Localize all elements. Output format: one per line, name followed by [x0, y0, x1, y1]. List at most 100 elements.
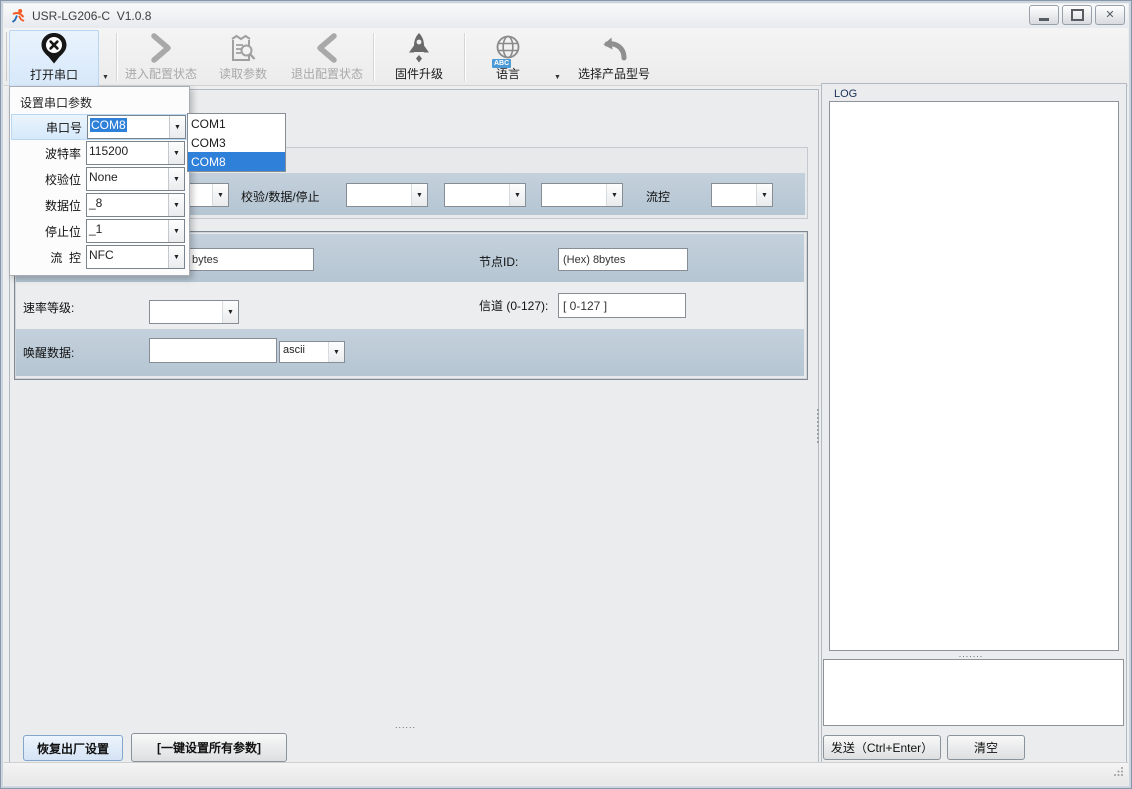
chevron-down-icon[interactable]: ▼	[168, 220, 184, 242]
app-window: USR-LG206-C V1.0.8 ✕ 打开串口 ▼	[0, 0, 1132, 789]
log-panel-title: LOG	[834, 88, 857, 100]
close-button[interactable]: ✕	[1095, 5, 1125, 25]
status-bar	[4, 762, 1128, 785]
chevron-down-icon: ▼	[606, 184, 622, 206]
minimize-button[interactable]	[1029, 5, 1059, 25]
rocket-icon	[407, 30, 431, 65]
baud-rate-combo[interactable]: 115200 ▼	[86, 141, 185, 165]
chevron-down-icon: ▼	[212, 184, 228, 206]
window-title: USR-LG206-C V1.0.8	[32, 9, 151, 23]
enter-config-label: 进入配置状态	[125, 65, 197, 82]
chevron-down-icon[interactable]: ▼	[168, 246, 184, 268]
exit-config-label: 退出配置状态	[291, 65, 363, 82]
open-serial-button[interactable]: 打开串口	[9, 30, 99, 87]
chevron-down-icon: ▼	[222, 301, 238, 323]
wake-encoding-combo[interactable]: ascii▼	[279, 341, 345, 363]
send-input-area[interactable]	[823, 659, 1124, 726]
firmware-upgrade-label: 固件升级	[395, 65, 443, 82]
wake-band	[16, 329, 804, 376]
stopbits-combo[interactable]: ▼	[541, 183, 623, 207]
flow-label: 流控	[646, 188, 670, 205]
data-bit-combo[interactable]: _8 ▼	[86, 193, 185, 217]
dropdown-option-com3[interactable]: COM3	[188, 133, 285, 152]
stopbits-label: 停止位	[11, 223, 81, 240]
parity-row: 校验位 None ▼	[11, 166, 188, 192]
chevron-left-icon	[314, 30, 340, 65]
title-bar: USR-LG206-C V1.0.8	[4, 4, 1128, 29]
node-id-field[interactable]: (Hex) 8bytes	[558, 248, 688, 271]
undo-arrow-icon	[598, 30, 630, 65]
serial-pin-icon	[40, 31, 68, 66]
databits-label: 数据位	[11, 197, 81, 214]
maximize-icon	[1071, 9, 1084, 21]
toolbar: 打开串口 ▼ 进入配置状态 读取参数	[4, 28, 1128, 86]
flow-control-combo[interactable]: NFC ▼	[86, 245, 185, 269]
select-model-button[interactable]: 选择产品型号	[566, 30, 662, 85]
stopbits-row: 停止位 _1 ▼	[11, 218, 188, 244]
maximize-button[interactable]	[1062, 5, 1092, 25]
parity-label: 校验位	[11, 171, 81, 188]
log-output-area[interactable]	[829, 101, 1119, 651]
node-id-label: 节点ID:	[479, 253, 518, 270]
read-params-button[interactable]: 读取参数	[204, 30, 282, 85]
read-params-label: 读取参数	[219, 65, 267, 82]
databits-row: 数据位 _8 ▼	[11, 192, 188, 218]
document-search-icon	[228, 30, 258, 65]
channel-field[interactable]: [ 0-127 ]	[558, 293, 686, 318]
app-logo-icon	[10, 8, 26, 24]
vertical-splitter-grip[interactable]	[817, 409, 819, 443]
chevron-down-icon: ▼	[509, 184, 525, 206]
dropdown-option-com8[interactable]: COM8	[188, 152, 285, 171]
language-button[interactable]: ABC 语言	[470, 30, 546, 85]
flowctrl-row: 流 控 NFC ▼	[11, 244, 188, 270]
chevron-down-icon: ▼	[756, 184, 772, 206]
chevron-right-icon	[148, 30, 174, 65]
parity-combo[interactable]: ▼	[346, 183, 428, 207]
port-combo[interactable]: COM8 ▼	[87, 115, 186, 139]
serial-params-title: 设置串口参数	[20, 94, 92, 111]
channel-label: 信道 (0-127):	[479, 297, 548, 314]
select-model-label: 选择产品型号	[578, 65, 650, 82]
enter-config-button[interactable]: 进入配置状态	[120, 30, 202, 85]
rate-label: 速率等级:	[23, 299, 74, 316]
flowctrl-label: 流 控	[11, 249, 81, 266]
restore-defaults-button[interactable]: 恢复出厂设置	[23, 735, 123, 761]
rate-combo[interactable]: ▼	[149, 300, 239, 324]
clear-button[interactable]: 清空	[947, 735, 1025, 760]
port-value: COM8	[90, 118, 127, 132]
chevron-down-icon[interactable]: ▼	[169, 116, 185, 138]
databits-combo[interactable]: ▼	[444, 183, 526, 207]
set-all-params-button[interactable]: [一键设置所有参数]	[131, 733, 287, 762]
chevron-down-icon[interactable]: ▼	[168, 194, 184, 216]
parity-data-stop-label: 校验/数据/停止	[241, 188, 320, 205]
exit-config-button[interactable]: 退出配置状态	[284, 30, 370, 85]
parity-bit-combo[interactable]: None ▼	[86, 167, 185, 191]
horizontal-splitter-grip[interactable]: ......	[395, 721, 416, 730]
log-splitter-grip[interactable]: .......	[939, 650, 1003, 659]
dropdown-option-com1[interactable]: COM1	[188, 114, 285, 133]
port-row: 串口号 COM8 ▼	[11, 114, 188, 140]
resize-grip-icon[interactable]	[1113, 764, 1124, 782]
language-abc-badge: ABC	[492, 59, 511, 68]
chevron-down-icon: ▼	[328, 342, 344, 362]
stop-bit-combo[interactable]: _1 ▼	[86, 219, 185, 243]
com-port-dropdown: COM1 COM3 COM8	[187, 113, 286, 172]
flow-combo[interactable]: ▼	[711, 183, 773, 207]
open-serial-label: 打开串口	[30, 66, 78, 83]
close-icon: ✕	[1105, 10, 1114, 21]
language-dropdown-arrow[interactable]: ▼	[554, 74, 561, 81]
firmware-upgrade-button[interactable]: 固件升级	[376, 30, 462, 85]
open-serial-dropdown-arrow[interactable]: ▼	[102, 74, 109, 81]
port-label: 串口号	[12, 119, 82, 136]
chevron-down-icon[interactable]: ▼	[168, 168, 184, 190]
globe-icon: ABC	[494, 30, 522, 65]
chevron-down-icon: ▼	[411, 184, 427, 206]
chevron-down-icon[interactable]: ▼	[168, 142, 184, 164]
wake-data-label: 唤醒数据:	[23, 344, 74, 361]
minimize-icon	[1039, 18, 1049, 21]
send-button[interactable]: 发送（Ctrl+Enter）	[823, 735, 941, 760]
wake-data-field[interactable]	[149, 338, 277, 363]
serial-params-popup: 设置串口参数 串口号 COM8 ▼ 波特率 115200 ▼ 校验位 None …	[9, 86, 190, 276]
baud-row: 波特率 115200 ▼	[11, 140, 188, 166]
baud-label: 波特率	[11, 145, 81, 162]
